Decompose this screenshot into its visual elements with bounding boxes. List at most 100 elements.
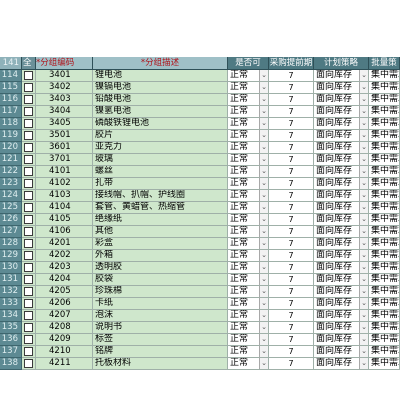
- lead-time-cell[interactable]: 7: [269, 130, 314, 142]
- lead-time-cell[interactable]: 7: [269, 106, 314, 118]
- table-row[interactable]: 1294202外箱正常⌄7面向库存⌄集中需求: [0, 250, 400, 262]
- strategy-select[interactable]: 面向库存 ⌄: [314, 154, 369, 166]
- chevron-down-icon[interactable]: ⌄: [359, 334, 368, 345]
- group-desc-cell[interactable]: 泡沫: [93, 310, 228, 322]
- pool-select[interactable]: 集中需求: [369, 310, 400, 322]
- lead-time-cell[interactable]: 7: [269, 322, 314, 334]
- chevron-down-icon[interactable]: ⌄: [359, 202, 368, 213]
- group-code-cell[interactable]: 4210: [36, 346, 93, 358]
- strategy-select[interactable]: 面向库存 ⌄: [314, 346, 369, 358]
- lead-time-cell[interactable]: 7: [269, 178, 314, 190]
- row-checkbox[interactable]: [24, 119, 33, 128]
- row-checkbox[interactable]: [24, 95, 33, 104]
- chevron-down-icon[interactable]: ⌄: [259, 106, 268, 117]
- chevron-down-icon[interactable]: ⌄: [359, 274, 368, 285]
- group-desc-cell[interactable]: 彩盒: [93, 238, 228, 250]
- lead-time-cell[interactable]: 7: [269, 286, 314, 298]
- lead-time-cell[interactable]: 7: [269, 298, 314, 310]
- chevron-down-icon[interactable]: ⌄: [259, 202, 268, 213]
- chevron-down-icon[interactable]: ⌄: [259, 118, 268, 129]
- table-row[interactable]: 1173404镍氢电池正常⌄7面向库存⌄集中需求: [0, 106, 400, 118]
- pool-select[interactable]: 集中需求: [369, 274, 400, 286]
- pool-select[interactable]: 集中需求: [369, 94, 400, 106]
- table-row[interactable]: 1374210铭牌正常⌄7面向库存⌄集中需求: [0, 346, 400, 358]
- strategy-select[interactable]: 面向库存 ⌄: [314, 334, 369, 346]
- table-row[interactable]: 1183405磷酸铁锂电池正常⌄7面向库存⌄集中需求: [0, 118, 400, 130]
- chevron-down-icon[interactable]: ⌄: [359, 322, 368, 333]
- strategy-select[interactable]: 面向库存 ⌄: [314, 94, 369, 106]
- lead-time-cell[interactable]: 7: [269, 202, 314, 214]
- group-desc-header[interactable]: *分组描述: [93, 57, 228, 69]
- table-row[interactable]: 1324205珍珠棉正常⌄7面向库存⌄集中需求: [0, 286, 400, 298]
- group-desc-cell[interactable]: 螺丝: [93, 166, 228, 178]
- chevron-down-icon[interactable]: ⌄: [259, 322, 268, 333]
- strategy-select[interactable]: 面向库存 ⌄: [314, 298, 369, 310]
- strategy-select[interactable]: 面向库存 ⌄: [314, 142, 369, 154]
- group-code-cell[interactable]: 4207: [36, 310, 93, 322]
- chevron-down-icon[interactable]: ⌄: [359, 358, 368, 369]
- table-row[interactable]: 1274106其他正常⌄7面向库存⌄集中需求: [0, 226, 400, 238]
- group-code-cell[interactable]: 4203: [36, 262, 93, 274]
- table-row[interactable]: 1364209标签正常⌄7面向库存⌄集中需求: [0, 334, 400, 346]
- table-row[interactable]: 1334206卡纸正常⌄7面向库存⌄集中需求: [0, 298, 400, 310]
- table-row[interactable]: 1143401锂电池正常⌄7面向库存⌄集中需求: [0, 70, 400, 82]
- lead-time-cell[interactable]: 7: [269, 166, 314, 178]
- group-desc-cell[interactable]: 锂电池: [93, 70, 228, 82]
- group-code-cell[interactable]: 4211: [36, 358, 93, 370]
- strategy-select[interactable]: 面向库存 ⌄: [314, 118, 369, 130]
- pool-select[interactable]: 集中需求: [369, 358, 400, 370]
- group-desc-cell[interactable]: 镍氢电池: [93, 106, 228, 118]
- group-code-cell[interactable]: 4106: [36, 226, 93, 238]
- chevron-down-icon[interactable]: ⌄: [259, 190, 268, 201]
- table-row[interactable]: 1304203透明胶正常⌄7面向库存⌄集中需求: [0, 262, 400, 274]
- pool-select[interactable]: 集中需求: [369, 262, 400, 274]
- row-checkbox[interactable]: [24, 359, 33, 368]
- active-select[interactable]: 正常 ⌄: [228, 310, 269, 322]
- group-code-cell[interactable]: 4102: [36, 178, 93, 190]
- row-checkbox[interactable]: [24, 155, 33, 164]
- pool-select[interactable]: 集中需求: [369, 322, 400, 334]
- strategy-select[interactable]: 面向库存 ⌄: [314, 214, 369, 226]
- group-code-header[interactable]: *分组编码: [36, 57, 93, 69]
- chevron-down-icon[interactable]: ⌄: [359, 250, 368, 261]
- chevron-down-icon[interactable]: ⌄: [259, 70, 268, 81]
- group-code-cell[interactable]: 4208: [36, 322, 93, 334]
- group-desc-cell[interactable]: 珍珠棉: [93, 286, 228, 298]
- chevron-down-icon[interactable]: ⌄: [259, 226, 268, 237]
- strategy-select[interactable]: 面向库存 ⌄: [314, 310, 369, 322]
- chevron-down-icon[interactable]: ⌄: [259, 130, 268, 141]
- group-desc-cell[interactable]: 透明胶: [93, 262, 228, 274]
- table-row[interactable]: 1264105绝缘纸正常⌄7面向库存⌄集中需求: [0, 214, 400, 226]
- chevron-down-icon[interactable]: ⌄: [359, 142, 368, 153]
- group-desc-cell[interactable]: 标签: [93, 334, 228, 346]
- lead-time-cell[interactable]: 7: [269, 70, 314, 82]
- chevron-down-icon[interactable]: ⌄: [359, 226, 368, 237]
- table-row[interactable]: 1203601亚克力正常⌄7面向库存⌄集中需求: [0, 142, 400, 154]
- row-checkbox[interactable]: [24, 287, 33, 296]
- chevron-down-icon[interactable]: ⌄: [359, 94, 368, 105]
- strategy-select[interactable]: 面向库存 ⌄: [314, 178, 369, 190]
- row-checkbox[interactable]: [24, 71, 33, 80]
- chevron-down-icon[interactable]: ⌄: [259, 214, 268, 225]
- chevron-down-icon[interactable]: ⌄: [359, 166, 368, 177]
- pool-select[interactable]: 集中需求: [369, 334, 400, 346]
- row-checkbox[interactable]: [24, 107, 33, 116]
- active-select[interactable]: 正常 ⌄: [228, 274, 269, 286]
- lead-time-cell[interactable]: 7: [269, 238, 314, 250]
- table-row[interactable]: 1344207泡沫正常⌄7面向库存⌄集中需求: [0, 310, 400, 322]
- chevron-down-icon[interactable]: ⌄: [259, 166, 268, 177]
- chevron-down-icon[interactable]: ⌄: [359, 106, 368, 117]
- row-checkbox[interactable]: [24, 275, 33, 284]
- active-select[interactable]: 正常 ⌄: [228, 286, 269, 298]
- strategy-select[interactable]: 面向库存 ⌄: [314, 286, 369, 298]
- pool-select[interactable]: 集中需求: [369, 166, 400, 178]
- active-select[interactable]: 正常 ⌄: [228, 346, 269, 358]
- chevron-down-icon[interactable]: ⌄: [259, 262, 268, 273]
- lead-time-cell[interactable]: 7: [269, 358, 314, 370]
- group-code-cell[interactable]: 3403: [36, 94, 93, 106]
- chevron-down-icon[interactable]: ⌄: [359, 190, 368, 201]
- group-code-cell[interactable]: 4105: [36, 214, 93, 226]
- active-select[interactable]: 正常 ⌄: [228, 94, 269, 106]
- lead-time-cell[interactable]: 7: [269, 142, 314, 154]
- strategy-select[interactable]: 面向库存 ⌄: [314, 322, 369, 334]
